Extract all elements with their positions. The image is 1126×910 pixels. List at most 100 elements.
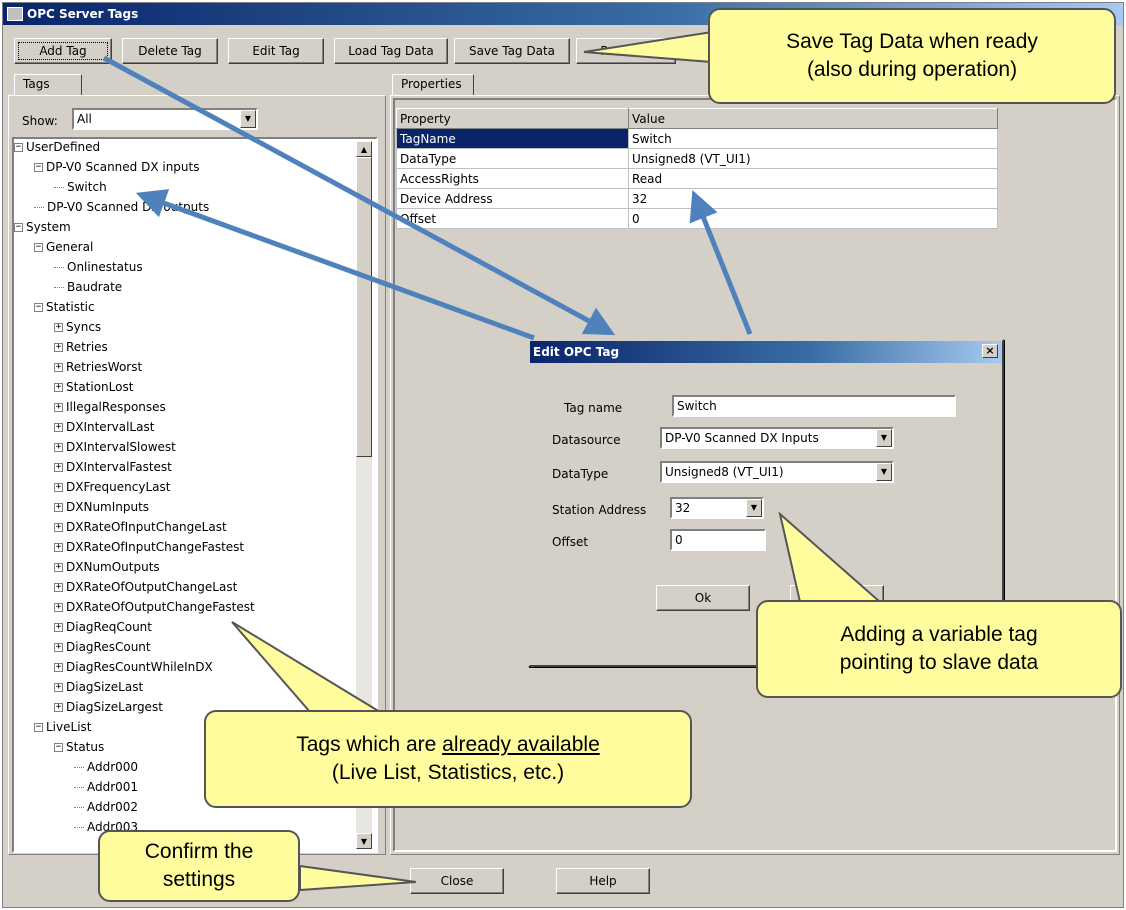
- expand-icon[interactable]: +: [54, 683, 63, 692]
- expand-icon[interactable]: +: [54, 383, 63, 392]
- col-header-property[interactable]: Property: [396, 108, 629, 129]
- tree-item[interactable]: + RetriesWorst: [54, 357, 142, 377]
- scroll-down-icon[interactable]: ▼: [356, 833, 372, 849]
- col-header-value[interactable]: Value: [628, 108, 998, 129]
- reset-all-button[interactable]: Reset all: [576, 38, 676, 64]
- delete-tag-button[interactable]: Delete Tag: [122, 38, 218, 64]
- expand-icon[interactable]: +: [54, 623, 63, 632]
- scroll-up-icon[interactable]: ▲: [356, 141, 372, 157]
- tree-item[interactable]: − LiveList: [34, 717, 91, 737]
- datatype-dropdown[interactable]: Unsigned8 (VT_UI1) ▼: [660, 461, 894, 483]
- tree-item[interactable]: Baudrate: [54, 277, 122, 297]
- close-button[interactable]: Close: [410, 868, 504, 894]
- help-button[interactable]: Help: [556, 868, 650, 894]
- table-row[interactable]: AccessRights Read: [396, 168, 998, 189]
- tree-item[interactable]: + DiagResCountWhileInDX: [54, 657, 213, 677]
- tree-item[interactable]: + DXIntervalLast: [54, 417, 154, 437]
- collapse-icon[interactable]: −: [34, 303, 43, 312]
- tree-item[interactable]: + Syncs: [54, 317, 101, 337]
- tree-item[interactable]: Addr001: [74, 777, 138, 797]
- collapse-icon[interactable]: −: [34, 723, 43, 732]
- expand-icon[interactable]: +: [54, 523, 63, 532]
- collapse-icon[interactable]: −: [14, 223, 23, 232]
- tree-item[interactable]: + DXRateOfInputChangeLast: [54, 517, 227, 537]
- callout-tags-line1: Tags which are already available: [296, 731, 600, 759]
- tree-item[interactable]: Addr000: [74, 757, 138, 777]
- tree-item[interactable]: − DP-V0 Scanned DX inputs: [34, 157, 200, 177]
- chevron-down-icon[interactable]: ▼: [240, 110, 256, 128]
- expand-icon[interactable]: +: [54, 363, 63, 372]
- load-tag-data-button[interactable]: Load Tag Data: [334, 38, 448, 64]
- tree-item[interactable]: − Status: [54, 737, 104, 757]
- tree-item[interactable]: Switch: [54, 177, 107, 197]
- expand-icon[interactable]: +: [54, 563, 63, 572]
- tab-properties[interactable]: Properties: [392, 74, 474, 96]
- tree-item[interactable]: + DiagReqCount: [54, 617, 152, 637]
- tree-item[interactable]: − Statistic: [34, 297, 95, 317]
- expand-icon[interactable]: +: [54, 403, 63, 412]
- tree-item[interactable]: + DiagResCount: [54, 637, 151, 657]
- table-row[interactable]: Device Address 32: [396, 188, 998, 209]
- add-tag-button[interactable]: Add Tag: [14, 38, 112, 64]
- chevron-down-icon[interactable]: ▼: [876, 463, 892, 481]
- tree-item[interactable]: + DXNumInputs: [54, 497, 149, 517]
- tree-item[interactable]: + DXRateOfOutputChangeFastest: [54, 597, 255, 617]
- tree-item[interactable]: + DXRateOfOutputChangeLast: [54, 577, 237, 597]
- expand-icon[interactable]: +: [54, 503, 63, 512]
- expand-icon[interactable]: +: [54, 343, 63, 352]
- callout-confirm-line2: settings: [162, 868, 236, 891]
- collapse-icon[interactable]: −: [34, 163, 43, 172]
- table-row[interactable]: DataType Unsigned8 (VT_UI1): [396, 148, 998, 169]
- tree-item[interactable]: + DiagSizeLargest: [54, 697, 163, 717]
- tree-item[interactable]: + Retries: [54, 337, 108, 357]
- scroll-thumb[interactable]: [356, 157, 372, 457]
- table-row[interactable]: Offset 0: [396, 208, 998, 229]
- station-address-label: Station Address: [552, 503, 647, 517]
- save-tag-data-button[interactable]: Save Tag Data: [454, 38, 570, 64]
- tree-item[interactable]: + DXIntervalFastest: [54, 457, 172, 477]
- tree-item[interactable]: + DiagSizeLast: [54, 677, 143, 697]
- tree-item[interactable]: + StationLost: [54, 377, 133, 397]
- callout-save-tag-data: Save Tag Data when ready (also during op…: [708, 8, 1116, 104]
- tree-item[interactable]: − System: [14, 217, 71, 237]
- station-address-dropdown[interactable]: 32 ▼: [670, 497, 764, 519]
- expand-icon[interactable]: +: [54, 603, 63, 612]
- expand-icon[interactable]: +: [54, 583, 63, 592]
- tree-item[interactable]: + IllegalResponses: [54, 397, 166, 417]
- tree-item[interactable]: + DXRateOfInputChangeFastest: [54, 537, 244, 557]
- tree-item[interactable]: Addr002: [74, 797, 138, 817]
- tree-item[interactable]: − UserDefined: [14, 137, 100, 157]
- expand-icon[interactable]: +: [54, 643, 63, 652]
- tree-item[interactable]: + DXNumOutputs: [54, 557, 160, 577]
- expand-icon[interactable]: +: [54, 703, 63, 712]
- edit-tag-button[interactable]: Edit Tag: [228, 38, 324, 64]
- table-row[interactable]: TagName Switch: [396, 128, 998, 149]
- collapse-icon[interactable]: −: [54, 743, 63, 752]
- tree-item[interactable]: − General: [34, 237, 93, 257]
- close-icon[interactable]: ×: [982, 344, 998, 358]
- expand-icon[interactable]: +: [54, 463, 63, 472]
- show-dropdown[interactable]: All ▼: [72, 108, 258, 130]
- tree-item[interactable]: + DXIntervalSlowest: [54, 437, 176, 457]
- tree-item-label: Status: [66, 740, 105, 754]
- expand-icon[interactable]: +: [54, 443, 63, 452]
- expand-icon[interactable]: +: [54, 483, 63, 492]
- datasource-dropdown[interactable]: DP-V0 Scanned DX Inputs ▼: [660, 427, 894, 449]
- expand-icon[interactable]: +: [54, 663, 63, 672]
- offset-input[interactable]: 0: [670, 529, 766, 551]
- collapse-icon[interactable]: −: [14, 143, 23, 152]
- tag-name-input[interactable]: Switch: [672, 395, 956, 417]
- tab-tags[interactable]: Tags: [14, 74, 82, 96]
- chevron-down-icon[interactable]: ▼: [876, 429, 892, 447]
- tree-item-label: Addr000: [87, 760, 139, 774]
- ok-button[interactable]: Ok: [656, 585, 750, 611]
- expand-icon[interactable]: +: [54, 543, 63, 552]
- tree-item[interactable]: + DXFrequencyLast: [54, 477, 170, 497]
- tree-item[interactable]: DP-V0 Scanned DX outputs: [34, 197, 209, 217]
- tree-item-label: StationLost: [66, 380, 134, 394]
- collapse-icon[interactable]: −: [34, 243, 43, 252]
- expand-icon[interactable]: +: [54, 423, 63, 432]
- tree-item[interactable]: Onlinestatus: [54, 257, 143, 277]
- chevron-down-icon[interactable]: ▼: [746, 499, 762, 517]
- expand-icon[interactable]: +: [54, 323, 63, 332]
